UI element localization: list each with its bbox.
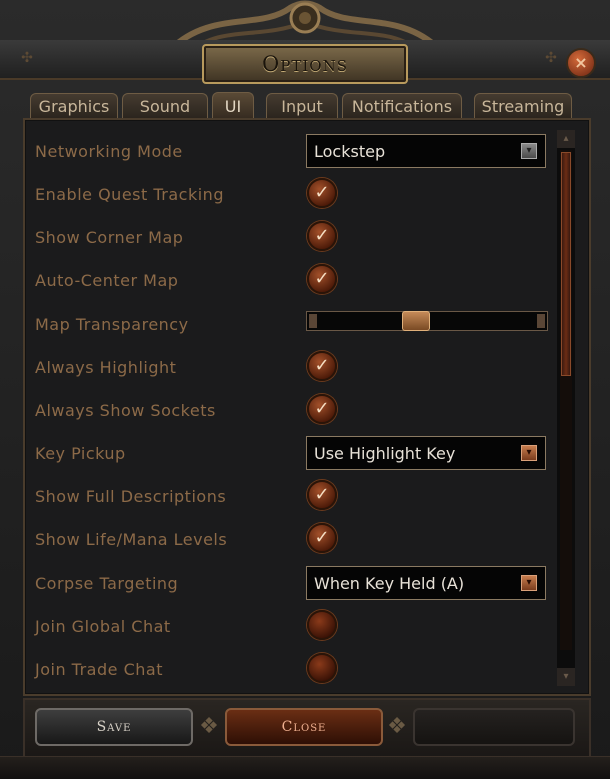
life-mana-checkbox[interactable]: ✓ [307,523,337,553]
slider-cap [309,314,317,328]
select-value: Use Highlight Key [314,444,456,463]
chevron-down-icon[interactable]: ▾ [521,575,537,591]
chevron-down-icon[interactable]: ▾ [521,445,537,461]
setting-join-trade-chat: Join Trade Chat [35,652,555,688]
slider-handle[interactable] [402,311,430,331]
setting-label: Networking Mode [35,142,183,161]
tab-graphics[interactable]: Graphics [30,93,118,119]
setting-always-highlight: Always Highlight ✓ [35,350,555,386]
setting-label: Show Corner Map [35,228,184,247]
setting-label: Join Trade Chat [35,660,163,679]
setting-label: Key Pickup [35,444,126,463]
auto-center-map-checkbox[interactable]: ✓ [307,264,337,294]
setting-enable-quest-tracking: Enable Quest Tracking ✓ [35,177,555,213]
setting-label: Always Show Sockets [35,401,216,420]
settings-panel: Networking Mode Lockstep ▾ Enable Quest … [23,118,591,696]
rivet-icon: ✣ [545,50,557,66]
setting-label: Corpse Targeting [35,574,179,593]
setting-corpse-targeting: Corpse Targeting When Key Held (A) ▾ [35,566,555,602]
trade-chat-checkbox[interactable] [307,653,337,683]
setting-label: Always Highlight [35,358,177,377]
tab-ui[interactable]: UI [212,92,254,120]
tab-notifications[interactable]: Notifications [342,93,462,119]
setting-label: Join Global Chat [35,617,171,636]
save-button[interactable]: Save [35,708,193,746]
full-descriptions-checkbox[interactable]: ✓ [307,480,337,510]
knot-ornament-icon: ❖ [387,714,407,739]
scroll-down-icon[interactable]: ▾ [557,668,575,686]
options-window: ✣ ✣ Options × Graphics Sound UI Input No… [0,0,610,779]
networking-mode-select[interactable]: Lockstep ▾ [306,134,546,168]
setting-label: Map Transparency [35,315,189,334]
empty-button-slot [413,708,575,746]
setting-label: Enable Quest Tracking [35,185,224,204]
always-highlight-checkbox[interactable]: ✓ [307,351,337,381]
select-value: Lockstep [314,142,386,161]
key-pickup-select[interactable]: Use Highlight Key ▾ [306,436,546,470]
setting-show-corner-map: Show Corner Map ✓ [35,220,555,256]
setting-show-full-descriptions: Show Full Descriptions ✓ [35,479,555,515]
setting-show-life-mana-levels: Show Life/Mana Levels ✓ [35,522,555,558]
title-plate: Options [202,44,408,84]
global-chat-checkbox[interactable] [307,610,337,640]
map-transparency-slider[interactable] [306,311,548,331]
slider-cap [537,314,545,328]
scrollbar[interactable]: ▴ ▾ [557,130,575,686]
window-footer [0,756,610,779]
tab-sound[interactable]: Sound [122,93,208,119]
setting-label: Show Full Descriptions [35,487,227,506]
chevron-down-icon[interactable]: ▾ [521,143,537,159]
setting-networking-mode: Networking Mode Lockstep ▾ [35,134,555,170]
setting-label: Show Life/Mana Levels [35,530,228,549]
window-title: Options [262,52,348,76]
select-value: When Key Held (A) [314,574,465,593]
setting-auto-center-map: Auto-Center Map ✓ [35,263,555,299]
scroll-track[interactable] [560,150,572,650]
corpse-targeting-select[interactable]: When Key Held (A) ▾ [306,566,546,600]
scroll-up-icon[interactable]: ▴ [557,130,575,148]
show-sockets-checkbox[interactable]: ✓ [307,394,337,424]
scroll-thumb[interactable] [561,152,571,376]
button-bar: Save ❖ Close ❖ [23,698,591,760]
corner-map-checkbox[interactable]: ✓ [307,221,337,251]
tab-streaming[interactable]: Streaming [474,93,572,119]
quest-tracking-checkbox[interactable]: ✓ [307,178,337,208]
setting-join-global-chat: Join Global Chat [35,609,555,645]
rivet-icon: ✣ [21,50,33,66]
setting-key-pickup: Key Pickup Use Highlight Key ▾ [35,436,555,472]
knot-ornament-icon: ❖ [199,714,219,739]
setting-always-show-sockets: Always Show Sockets ✓ [35,393,555,429]
setting-label: Auto-Center Map [35,271,179,290]
tab-input[interactable]: Input [266,93,338,119]
setting-map-transparency: Map Transparency [35,307,555,343]
close-button[interactable]: Close [225,708,383,746]
close-icon[interactable]: × [566,48,596,78]
